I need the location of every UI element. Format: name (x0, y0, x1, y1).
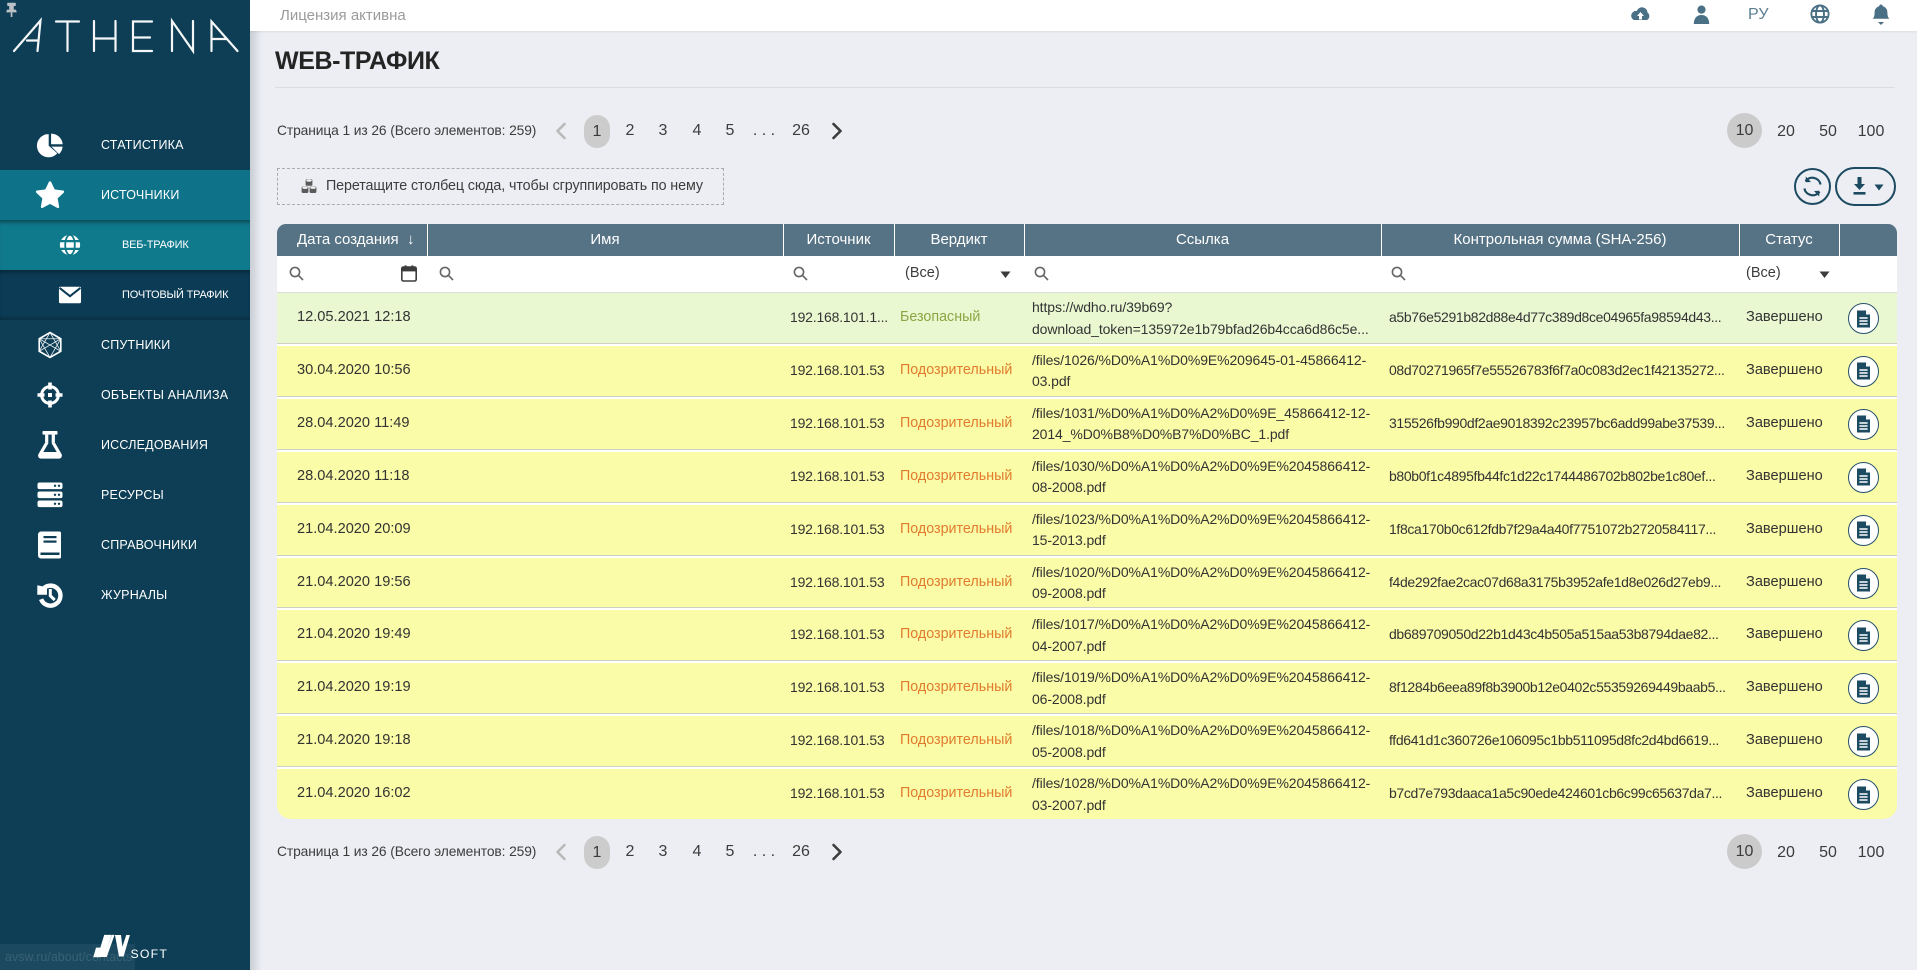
svg-text:SOFT: SOFT (131, 947, 169, 961)
